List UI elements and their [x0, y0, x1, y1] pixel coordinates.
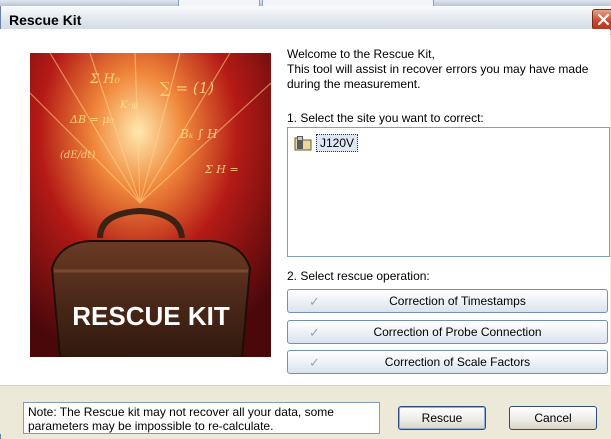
correction-scale-factors-button[interactable]: ✓ Correction of Scale Factors [287, 350, 608, 374]
rescue-kit-illustration: Σ H₀ ∑ = (1) ΔB = μ₀ Bₖ ∫ H (dE/dt) Σ H … [30, 53, 271, 367]
welcome-line: Welcome to the Rescue Kit, [287, 47, 435, 61]
operation-select-label: 2. Select rescue operation: [287, 269, 430, 283]
operation-label: Correction of Scale Factors [384, 355, 531, 369]
welcome-line: during the measurement. [287, 77, 421, 91]
site-list[interactable]: J120V [287, 127, 610, 257]
close-icon [597, 13, 610, 26]
operation-label: Correction of Timestamps [389, 294, 526, 308]
svg-text:Σ H =: Σ H = [204, 163, 239, 176]
window-title: Rescue Kit [9, 12, 82, 28]
site-name: J120V [316, 134, 359, 152]
correction-timestamps-button[interactable]: ✓ Correction of Timestamps [287, 289, 608, 313]
note-box: Note: The Rescue kit may not recover all… [23, 402, 380, 434]
close-button[interactable] [592, 9, 611, 30]
site-select-label: 1. Select the site you want to correct: [287, 111, 484, 125]
welcome-text: Welcome to the Rescue Kit, This tool wil… [287, 47, 611, 92]
correction-probe-connection-button[interactable]: ✓ Correction of Probe Connection [287, 320, 608, 344]
welcome-line: This tool will assist in recover errors … [287, 62, 589, 76]
note-line: Note: The Rescue kit may not recover all… [28, 405, 334, 419]
svg-text:ΔB = μ₀: ΔB = μ₀ [69, 113, 114, 126]
cancel-button[interactable]: Cancel [509, 406, 597, 430]
operation-label: Correction of Probe Connection [373, 325, 542, 339]
bag-label: RESCUE KIT [72, 301, 230, 331]
svg-text:(dE/dt): (dE/dt) [60, 150, 95, 161]
svg-text:K·ψ: K·ψ [119, 100, 139, 111]
svg-text:Bₖ ∫ H: Bₖ ∫ H [179, 127, 218, 141]
note-line: parameters may be impossible to re-calcu… [28, 419, 274, 433]
rescue-button[interactable]: Rescue [398, 406, 486, 430]
svg-text:Σ H₀: Σ H₀ [89, 72, 121, 87]
site-folder-icon [294, 135, 312, 154]
svg-text:∑ = (1): ∑ = (1) [160, 79, 214, 97]
